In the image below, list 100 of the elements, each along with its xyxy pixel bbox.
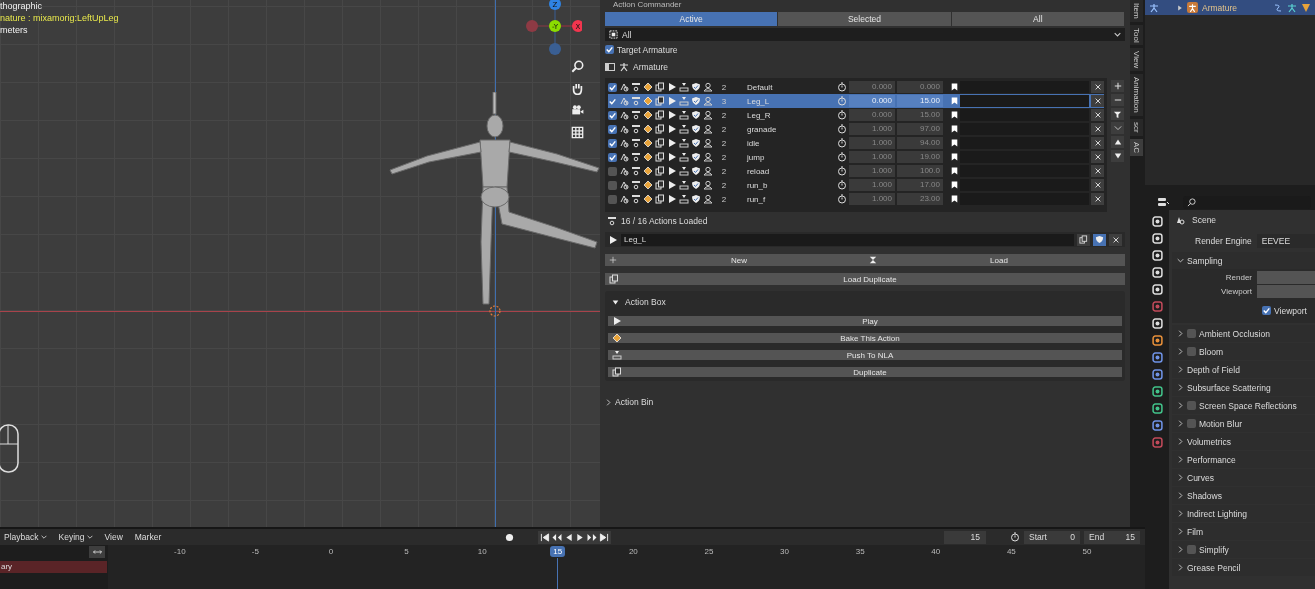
close-button[interactable] <box>1109 233 1122 246</box>
remove-button[interactable] <box>1091 123 1104 135</box>
action-name[interactable]: jump <box>735 152 835 162</box>
end-frame-field[interactable]: End 15 <box>1084 530 1140 544</box>
filter-dropdown[interactable]: All <box>605 28 1125 41</box>
action-row[interactable]: 2 Default 0.000 0.000 <box>608 80 1104 94</box>
playhead-line[interactable] <box>556 558 558 589</box>
slot-field[interactable] <box>960 95 1089 107</box>
slot-field[interactable] <box>960 81 1089 93</box>
action-row[interactable]: 2 jump 1.000 19.00 <box>608 150 1104 164</box>
properties-tab-icon <box>1151 420 1163 431</box>
filter-button[interactable] <box>1111 108 1124 120</box>
action-row[interactable]: 2 idle 1.000 94.00 <box>608 136 1104 150</box>
action-name[interactable]: run_b <box>735 180 835 190</box>
start-frame-field[interactable]: 0.000 <box>849 95 895 107</box>
remove-button[interactable] <box>1091 193 1104 205</box>
action-name[interactable]: Default <box>735 82 835 92</box>
new-button[interactable]: New <box>605 254 865 266</box>
checkbox[interactable] <box>608 82 617 92</box>
shield-button[interactable] <box>1093 233 1106 246</box>
render-engine-dropdown[interactable]: EEVEE <box>1256 234 1315 248</box>
load-button[interactable]: Load <box>865 254 1125 266</box>
action-name-field[interactable]: Leg_L <box>621 233 1074 246</box>
current-frame-field[interactable]: 15 <box>944 530 986 544</box>
properties-tab-icon <box>1151 437 1163 448</box>
mode-tab[interactable]: Active <box>605 12 778 26</box>
remove-button[interactable] <box>1091 81 1104 93</box>
sidebar-tab[interactable]: AC <box>1130 138 1143 156</box>
action-button[interactable]: Bake This Action <box>608 333 1122 343</box>
action-row[interactable]: 2 run_b 1.000 17.00 <box>608 178 1104 192</box>
viewport-info-text: meters <box>0 25 29 35</box>
action-row[interactable]: 3 Leg_L 0.000 15.00 <box>608 94 1104 108</box>
checkbox[interactable] <box>608 96 617 106</box>
action-row[interactable]: 2 reload 1.000 100.0 <box>608 164 1104 178</box>
timeline-menu[interactable]: Marker <box>130 532 166 542</box>
action-row[interactable]: 2 granade 1.000 97.00 <box>608 122 1104 136</box>
slot-field[interactable] <box>960 109 1089 121</box>
remove-button[interactable] <box>1091 179 1104 191</box>
sidebar-tab[interactable]: scr <box>1130 119 1143 136</box>
timeline-menu[interactable]: Keying <box>54 532 97 542</box>
checkbox[interactable] <box>605 45 614 54</box>
start-frame-field[interactable]: Start 0 <box>1024 530 1080 544</box>
checkbox[interactable] <box>1187 419 1196 428</box>
checkbox[interactable] <box>1187 401 1196 410</box>
action-name[interactable]: Leg_L <box>735 96 835 106</box>
remove-button[interactable] <box>1091 95 1104 107</box>
resize-button[interactable] <box>89 546 105 558</box>
mode-tab[interactable]: All <box>951 12 1124 26</box>
checkbox[interactable] <box>608 194 617 204</box>
action-name[interactable]: idle <box>735 138 835 148</box>
number-field[interactable] <box>1257 271 1315 284</box>
remove-button[interactable] <box>1091 151 1104 163</box>
action-name[interactable]: granade <box>735 124 835 134</box>
checkbox[interactable] <box>608 124 617 134</box>
sidebar-tab[interactable]: View <box>1130 48 1143 72</box>
section-header[interactable]: Action Box <box>608 295 1122 309</box>
mode-tab[interactable]: Selected <box>778 12 951 26</box>
remove-button[interactable] <box>1111 94 1124 106</box>
copy-button[interactable] <box>1077 233 1090 246</box>
move-down-button[interactable] <box>1111 150 1124 162</box>
checkbox[interactable] <box>1187 329 1196 338</box>
action-name[interactable]: Leg_R <box>735 110 835 120</box>
checkbox[interactable] <box>1262 306 1271 315</box>
sidebar-tab[interactable]: Animation <box>1130 74 1143 117</box>
number-field[interactable] <box>1257 285 1315 298</box>
action-name[interactable]: run_f <box>735 194 835 204</box>
timeline-ruler[interactable]: -10 -5 0 5 10 15 20 25 30 35 40 45 50 <box>108 545 1145 589</box>
load-duplicate-button[interactable]: Load Duplicate <box>605 273 1125 285</box>
remove-button[interactable] <box>1091 137 1104 149</box>
action-button[interactable]: Push To NLA <box>608 350 1122 360</box>
stopwatch-icon <box>837 180 847 190</box>
channel-bar[interactable]: ary <box>0 561 107 573</box>
outliner-row[interactable]: Armature <box>1145 0 1315 15</box>
timeline-menu[interactable]: View <box>100 532 127 542</box>
sidebar-tab[interactable]: Tool <box>1130 24 1143 46</box>
checkbox[interactable] <box>608 138 617 148</box>
end-frame-field[interactable]: 15.00 <box>897 95 943 107</box>
remove-button[interactable] <box>1091 165 1104 177</box>
section-header[interactable]: Action Bin <box>605 395 1125 409</box>
add-button[interactable] <box>1111 80 1124 92</box>
checkbox[interactable] <box>1187 545 1196 554</box>
action-name[interactable]: reload <box>735 166 835 176</box>
close-icon <box>1093 125 1102 133</box>
playback-controls[interactable] <box>538 530 612 544</box>
checkbox[interactable] <box>608 166 617 176</box>
remove-button[interactable] <box>1091 109 1104 121</box>
action-button[interactable]: Play <box>608 316 1122 326</box>
sidebar-tab[interactable]: Item <box>1130 0 1143 22</box>
action-row[interactable]: 2 Leg_R 0.000 15.00 <box>608 108 1104 122</box>
checkbox[interactable] <box>608 180 617 190</box>
push-down-icon <box>679 166 689 176</box>
checkbox[interactable] <box>608 110 617 120</box>
jump-end-icon <box>599 532 610 542</box>
checkbox[interactable] <box>608 152 617 162</box>
checkbox[interactable] <box>1187 347 1196 356</box>
move-up-button[interactable] <box>1111 136 1124 148</box>
action-row[interactable]: 2 run_f 1.000 23.00 <box>608 192 1104 206</box>
timeline-menu[interactable]: Playback <box>0 532 51 542</box>
action-button[interactable]: Duplicate <box>608 367 1122 377</box>
editor-type-icon <box>1155 197 1169 207</box>
